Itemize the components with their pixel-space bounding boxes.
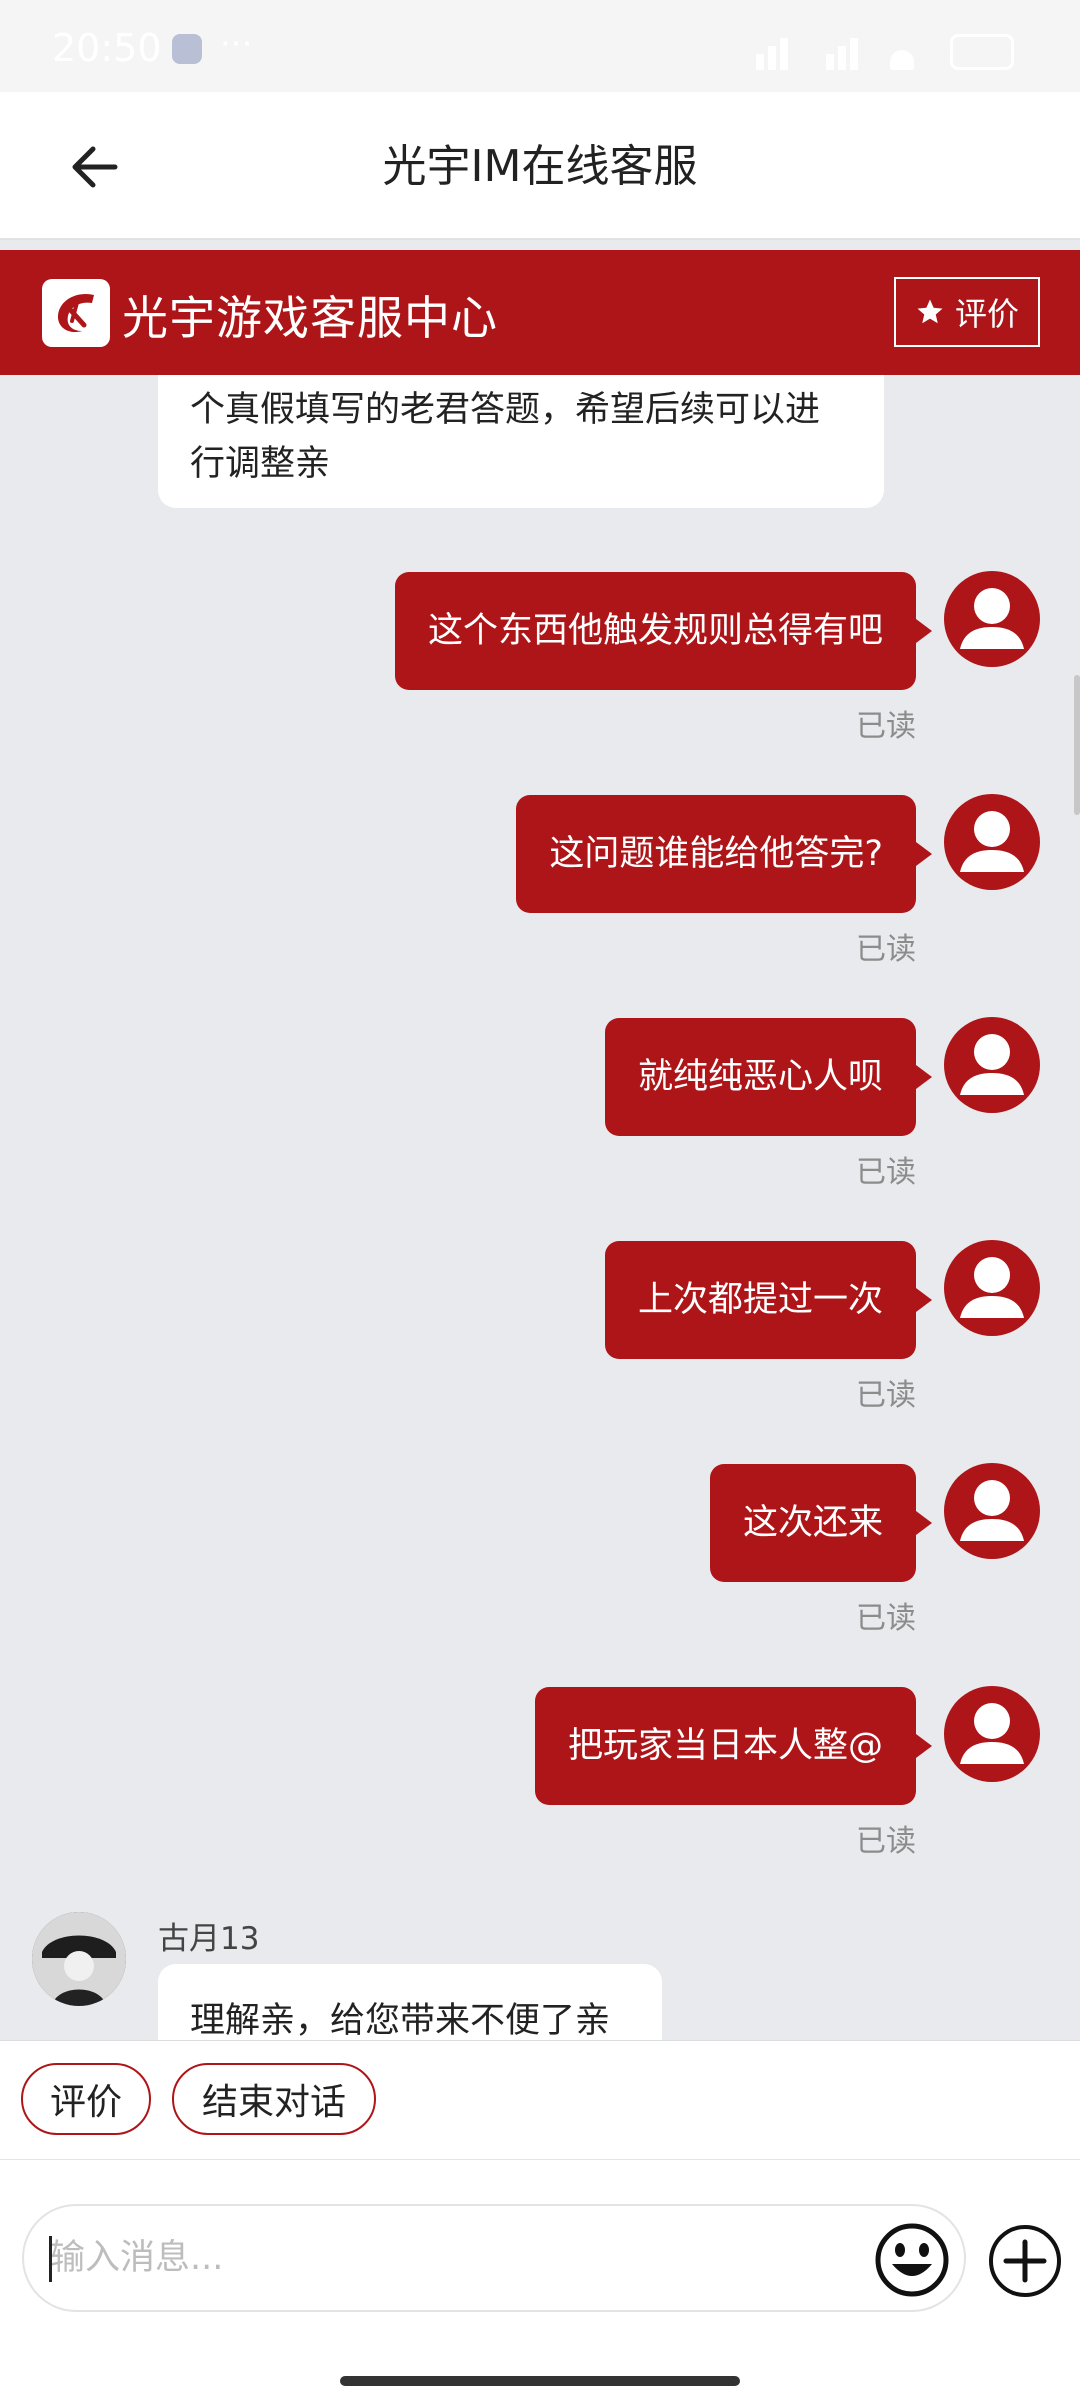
message-list[interactable]: 个真假填写的老君答题，希望后续可以进行调整亲 这个东西他触发规则总得有吧 已读 … <box>0 375 1080 2040</box>
read-status: 已读 <box>856 1824 916 1859</box>
star-icon <box>917 299 943 324</box>
signal-bar-icon <box>838 46 846 70</box>
user-message-bubble: 上次都提过一次 <box>604 1241 933 1359</box>
app-header: 光宇IM在线客服 <box>0 92 1080 240</box>
rate-top-button[interactable]: 评价 <box>894 277 1040 347</box>
battery-icon <box>950 34 1014 70</box>
user-avatar <box>944 794 1040 890</box>
input-bar <box>0 2160 1080 2400</box>
plus-icon <box>989 2225 1061 2297</box>
signal-bar-icon <box>780 38 788 70</box>
emoji-icon <box>875 2223 949 2297</box>
signal-bar-icon <box>826 54 834 70</box>
user-message-text: 这问题谁能给他答完? <box>549 834 883 874</box>
read-status: 已读 <box>856 1378 916 1413</box>
user-message-text: 这次还来 <box>742 1503 883 1543</box>
user-message-text: 把玩家当日本人整@ <box>567 1726 883 1766</box>
message-input[interactable] <box>22 2204 966 2312</box>
user-avatar <box>944 1463 1040 1559</box>
user-message-text: 这个东西他触发规则总得有吧 <box>427 611 883 651</box>
user-avatar-icon <box>960 1034 1024 1095</box>
read-status: 已读 <box>856 1601 916 1636</box>
brand-logo-icon <box>57 293 94 333</box>
attachment-plus-button[interactable] <box>988 2224 1062 2298</box>
notification-thumbnail-icon <box>172 34 202 64</box>
read-status: 已读 <box>856 709 916 744</box>
status-bar: 20:50 ··· <box>0 0 1080 92</box>
wifi-icon <box>890 50 914 70</box>
user-message-bubble: 这次还来 <box>709 1464 933 1582</box>
user-avatar-icon <box>960 811 1024 872</box>
user-message-text: 上次都提过一次 <box>637 1280 883 1320</box>
agent-name: 古月13 <box>158 1921 260 1957</box>
user-message-bubble: 把玩家当日本人整@ <box>534 1687 933 1805</box>
brand-banner: 光宇游戏客服中心 评价 <box>0 250 1080 375</box>
user-avatar-icon <box>960 1703 1024 1764</box>
signal-bar-icon <box>768 46 776 70</box>
user-avatar <box>944 1686 1040 1782</box>
user-avatar <box>944 571 1040 667</box>
user-avatar-icon <box>960 588 1024 649</box>
brand-logo <box>42 279 110 347</box>
quick-action-bar: 评价 结束对话 <box>0 2040 1080 2161</box>
rate-top-label: 评价 <box>954 295 1019 333</box>
rate-button[interactable]: 评价 <box>21 2063 151 2135</box>
page-title: 光宇IM在线客服 <box>382 141 698 192</box>
brand-name: 光宇游戏客服中心 <box>122 291 498 345</box>
status-time: 20:50 <box>52 26 162 70</box>
end-chat-button[interactable]: 结束对话 <box>172 2063 376 2135</box>
user-message-text: 就纯纯恶心人呗 <box>637 1057 883 1097</box>
signal-bar-icon <box>850 38 858 70</box>
user-avatar-icon <box>960 1480 1024 1541</box>
emoji-button[interactable] <box>874 2222 950 2298</box>
agent-avatar[interactable] <box>32 1912 126 2006</box>
status-overflow: ··· <box>220 24 253 64</box>
text-caret <box>49 2236 52 2282</box>
user-message-bubble: 这问题谁能给他答完? <box>516 795 932 913</box>
agent-message-text: 个真假填写的老君答题，希望后续可以进行调整亲 <box>190 390 821 484</box>
home-indicator[interactable] <box>340 2376 740 2386</box>
chat-scrollbar[interactable] <box>1074 675 1080 815</box>
read-status: 已读 <box>856 1155 916 1190</box>
status-indicators <box>724 30 1014 70</box>
user-message-bubble: 就纯纯恶心人呗 <box>604 1018 933 1136</box>
user-avatar <box>944 1017 1040 1113</box>
agent-message-bubble: 理解亲，给您带来不便了亲 <box>158 1964 662 2040</box>
agent-message-text: 理解亲，给您带来不便了亲 <box>190 2001 611 2040</box>
chat-screen: 20:50 ··· 光宇IM在线客服 光宇游戏客服中心 评价 个真假填写的老君答… <box>0 0 1080 2400</box>
agent-avatar-icon <box>32 1912 126 2006</box>
signal-bar-icon <box>756 54 764 70</box>
read-status: 已读 <box>856 932 916 967</box>
user-message-bubble: 这个东西他触发规则总得有吧 <box>394 572 933 690</box>
user-avatar <box>944 1240 1040 1336</box>
user-avatar-icon <box>960 1257 1024 1318</box>
agent-message-bubble: 个真假填写的老君答题，希望后续可以进行调整亲 <box>158 375 884 508</box>
